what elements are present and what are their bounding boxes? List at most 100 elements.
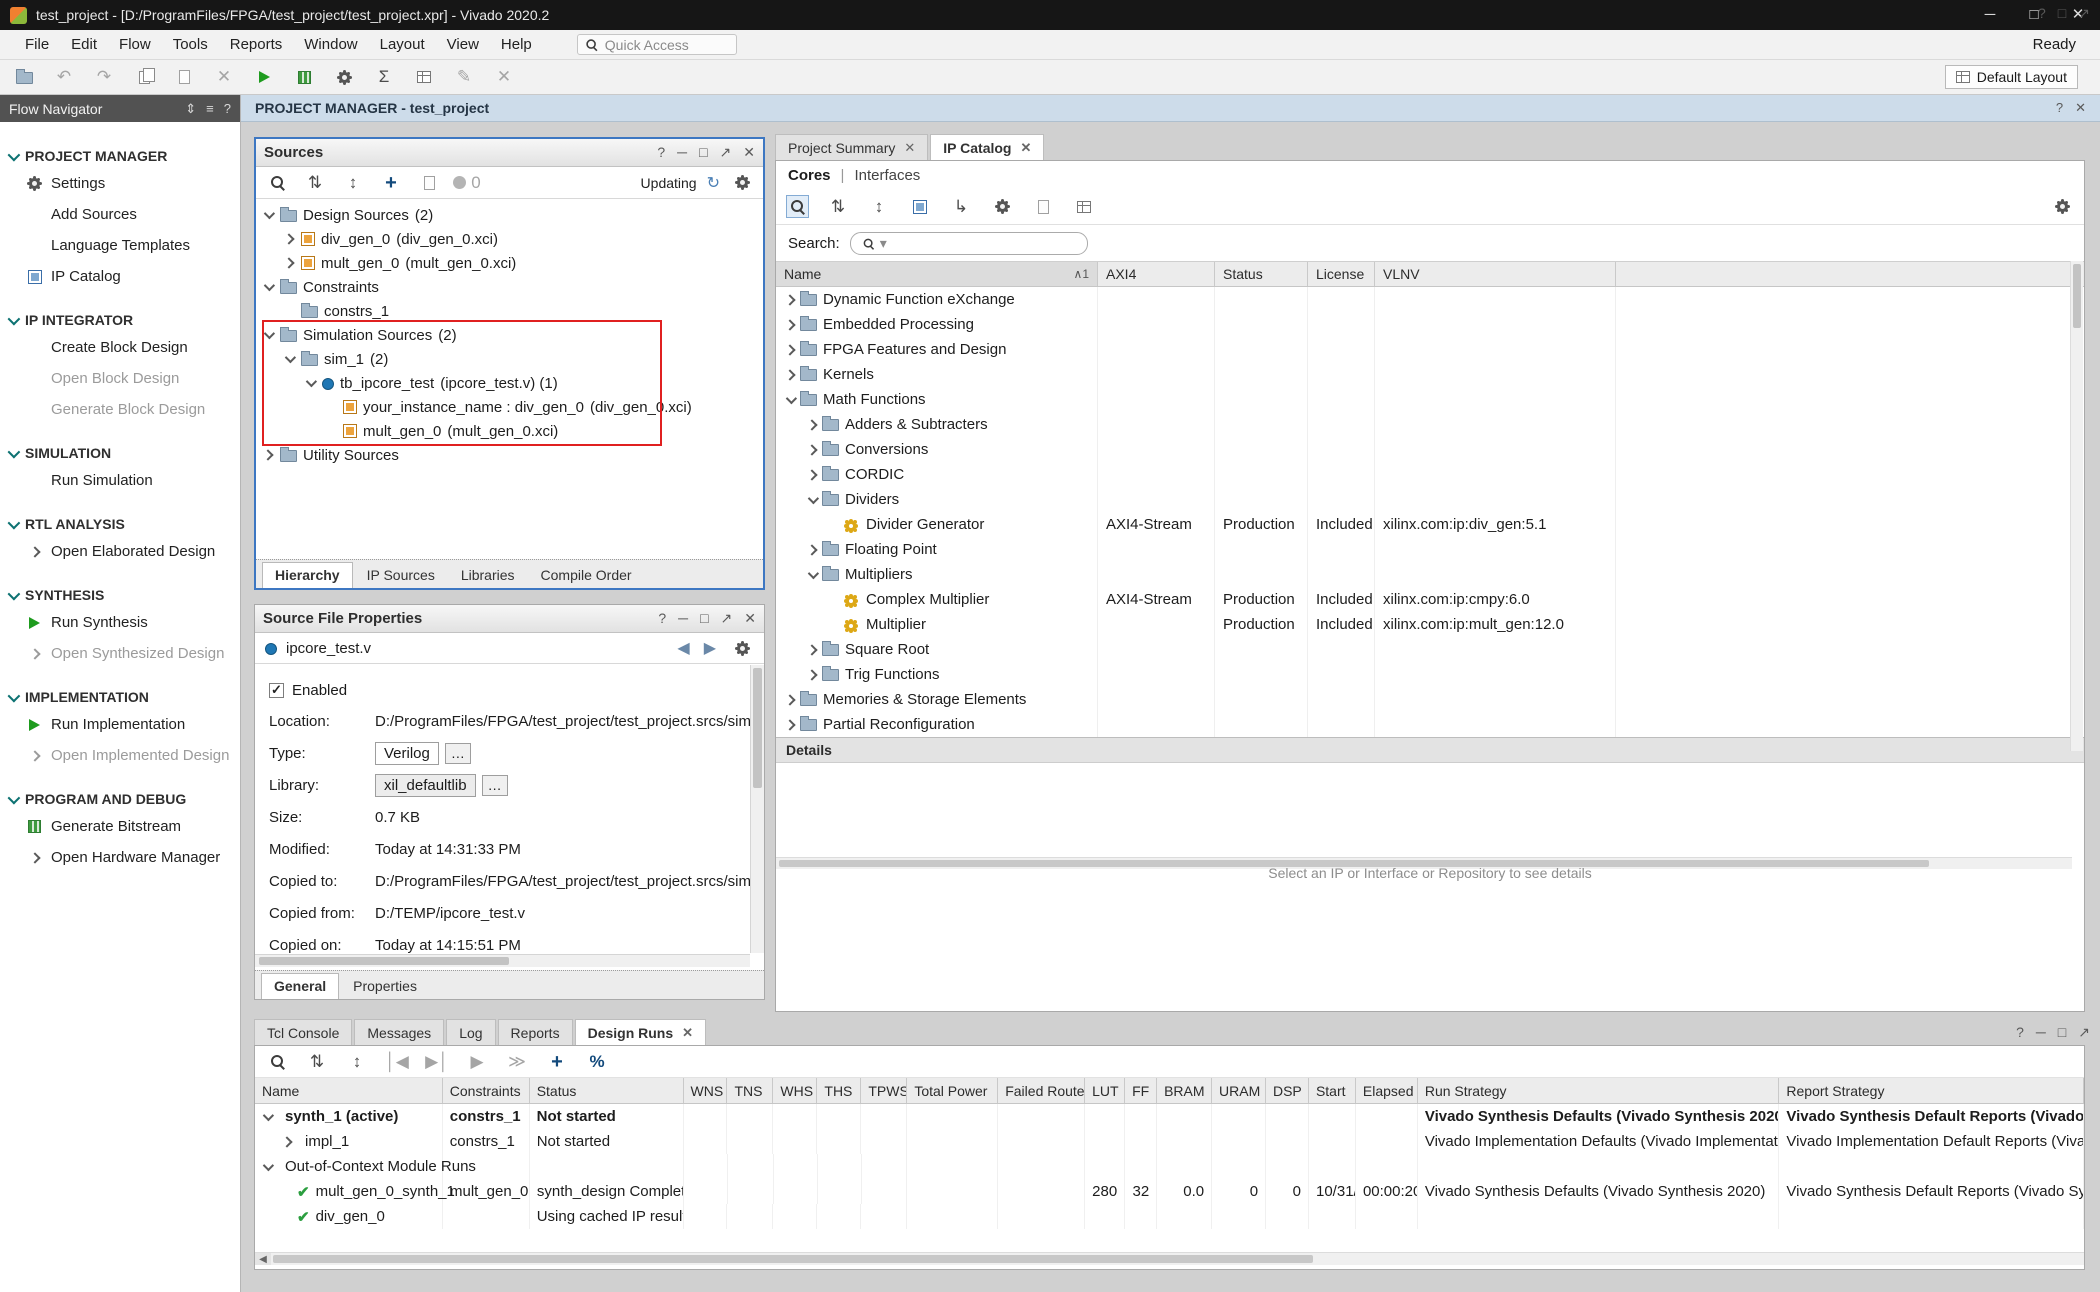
- runs-horizontal-scrollbar[interactable]: ◀: [255, 1252, 2084, 1265]
- menu-window[interactable]: Window: [293, 32, 368, 57]
- runs-column-dsp[interactable]: DSP: [1266, 1078, 1309, 1103]
- catalog-search-input[interactable]: ▾: [850, 232, 1088, 255]
- expand-all-icon[interactable]: ↕: [345, 1050, 369, 1074]
- catalog-row-multiplier[interactable]: Multiplier Production Included xilinx.co…: [776, 612, 2084, 637]
- chevron-right-icon[interactable]: [784, 294, 795, 305]
- chevron-right-icon[interactable]: [806, 419, 817, 430]
- minimize-panel-icon[interactable]: ─: [2036, 1024, 2046, 1041]
- catalog-row-adders-subtracters[interactable]: Adders & Subtracters: [776, 412, 2084, 437]
- tree-node-mult-gen-0[interactable]: mult_gen_0 (mult_gen_0.xci): [256, 251, 763, 275]
- layout-selector[interactable]: Default Layout: [1945, 65, 2078, 89]
- menu-help[interactable]: Help: [490, 32, 543, 57]
- chevron-down-icon[interactable]: [808, 492, 819, 503]
- browse-button[interactable]: …: [482, 775, 508, 796]
- enabled-checkbox[interactable]: ✓: [269, 683, 284, 698]
- catalog-row-memories-storage-elements[interactable]: Memories & Storage Elements: [776, 687, 2084, 712]
- console-tab-reports[interactable]: Reports: [498, 1019, 573, 1045]
- runs-column-tpws[interactable]: TPWS: [861, 1078, 907, 1103]
- tree-node-sim-1[interactable]: sim_1 (2): [256, 347, 763, 371]
- catalog-row-divider-generator[interactable]: Divider Generator AXI4-Stream Production…: [776, 512, 2084, 537]
- runs-column-whs[interactable]: WHS: [773, 1078, 817, 1103]
- copy-icon[interactable]: [132, 65, 156, 89]
- flownav-help-icon[interactable]: ?: [224, 101, 231, 117]
- runs-column-report-strategy[interactable]: Report Strategy: [1779, 1078, 2084, 1103]
- runs-column-ths[interactable]: THS: [817, 1078, 861, 1103]
- settings-gear-icon[interactable]: [730, 636, 754, 660]
- chevron-down-icon[interactable]: [808, 567, 819, 578]
- expand-all-icon[interactable]: ↕: [867, 195, 891, 219]
- browse-button[interactable]: …: [445, 743, 471, 764]
- help-icon[interactable]: ?: [2038, 5, 2046, 22]
- collapse-all-icon[interactable]: ⇅: [305, 1050, 329, 1074]
- float-panel-icon[interactable]: ↗: [721, 610, 733, 627]
- chevron-down-icon[interactable]: [285, 352, 296, 363]
- flownav-item-open-elaborated-design[interactable]: Open Elaborated Design: [0, 536, 240, 567]
- undo-icon[interactable]: ↶: [52, 65, 76, 89]
- float-panel-icon[interactable]: ↗: [2078, 1024, 2090, 1041]
- catalog-row-partial-reconfiguration[interactable]: Partial Reconfiguration: [776, 712, 2084, 737]
- chevron-down-icon[interactable]: [8, 148, 21, 161]
- collapse-all-icon[interactable]: ⇅: [826, 195, 850, 219]
- catalog-row-square-root[interactable]: Square Root: [776, 637, 2084, 662]
- column-header-license[interactable]: License: [1308, 262, 1375, 286]
- quick-access-search[interactable]: Quick Access: [577, 34, 737, 55]
- search-icon[interactable]: [265, 1050, 289, 1074]
- paste-icon[interactable]: [172, 65, 196, 89]
- menu-edit[interactable]: Edit: [60, 32, 108, 57]
- runs-column-elapsed[interactable]: Elapsed: [1356, 1078, 1418, 1103]
- tab-properties[interactable]: Properties: [341, 974, 429, 999]
- runs-column-tns[interactable]: TNS: [727, 1078, 773, 1103]
- chevron-down-icon[interactable]: [786, 392, 797, 403]
- column-header-axi4[interactable]: AXI4: [1098, 262, 1215, 286]
- catalog-row-complex-multiplier[interactable]: Complex Multiplier AXI4-Stream Productio…: [776, 587, 2084, 612]
- flownav-header-project-manager[interactable]: PROJECT MANAGER: [0, 144, 240, 168]
- console-tab-design-runs[interactable]: Design Runs✕: [575, 1019, 706, 1045]
- flownav-menu-icon[interactable]: ≡: [206, 101, 214, 117]
- search-icon[interactable]: [265, 171, 289, 195]
- scroll-left-icon[interactable]: ◀: [255, 1253, 271, 1265]
- step-icon[interactable]: ▶│: [425, 1050, 449, 1074]
- menu-flow[interactable]: Flow: [108, 32, 162, 57]
- runs-column-constraints[interactable]: Constraints: [443, 1078, 530, 1103]
- chevron-right-icon[interactable]: [784, 344, 795, 355]
- chevron-down-icon[interactable]: [8, 516, 21, 529]
- flownav-item-language-templates[interactable]: Language Templates: [0, 230, 240, 261]
- prop-value-field[interactable]: Verilog: [375, 742, 439, 765]
- runs-column-failed-routes[interactable]: Failed Routes: [998, 1078, 1085, 1103]
- taxonomy-icon[interactable]: [908, 195, 932, 219]
- tab-general[interactable]: General: [261, 973, 339, 999]
- expand-all-icon[interactable]: ↕: [341, 171, 365, 195]
- doc-tab-ip-catalog[interactable]: IP Catalog✕: [930, 134, 1044, 160]
- help-icon[interactable]: ?: [657, 144, 665, 161]
- tab-hierarchy[interactable]: Hierarchy: [262, 562, 353, 588]
- float-panel-icon[interactable]: ↗: [720, 144, 732, 161]
- tree-node-div-gen-0[interactable]: div_gen_0 (div_gen_0.xci): [256, 227, 763, 251]
- chevron-right-icon[interactable]: [29, 546, 40, 557]
- forward-icon[interactable]: ▶: [704, 638, 716, 658]
- maximize-panel-icon[interactable]: □: [2058, 5, 2066, 22]
- minimize-panel-icon[interactable]: ─: [678, 610, 688, 627]
- close-tab-icon[interactable]: ✕: [1020, 140, 1031, 156]
- redo-icon[interactable]: ↷: [92, 65, 116, 89]
- flownav-item-generate-block-design[interactable]: Generate Block Design: [0, 394, 240, 425]
- pm-help-icon[interactable]: ?: [2056, 100, 2063, 116]
- run-row-out-of-context-module-runs[interactable]: Out-of-Context Module Runs: [255, 1154, 2084, 1179]
- report-utilization-icon[interactable]: %: [585, 1050, 609, 1074]
- catalog-row-dynamic-function-exchange[interactable]: Dynamic Function eXchange: [776, 287, 2084, 312]
- collapse-all-icon[interactable]: ⇅: [303, 171, 327, 195]
- flownav-item-create-block-design[interactable]: Create Block Design: [0, 332, 240, 363]
- flownav-header-rtl-analysis[interactable]: RTL ANALYSIS: [0, 512, 240, 536]
- tree-node-constraints[interactable]: Constraints: [256, 275, 763, 299]
- chevron-right-icon[interactable]: [806, 669, 817, 680]
- chevron-down-icon[interactable]: [263, 1159, 274, 1170]
- runs-column-run-strategy[interactable]: Run Strategy: [1418, 1078, 1780, 1103]
- catalog-row-multipliers[interactable]: Multipliers: [776, 562, 2084, 587]
- customize-ip-icon[interactable]: [990, 195, 1014, 219]
- chevron-right-icon[interactable]: [281, 1136, 292, 1147]
- catalog-row-kernels[interactable]: Kernels: [776, 362, 2084, 387]
- catalog-row-embedded-processing[interactable]: Embedded Processing: [776, 312, 2084, 337]
- tree-node-simulation-sources[interactable]: Simulation Sources (2): [256, 323, 763, 347]
- chevron-right-icon[interactable]: [806, 544, 817, 555]
- back-icon[interactable]: ◀: [677, 638, 689, 658]
- edit-pencil-icon[interactable]: ✎: [452, 65, 476, 89]
